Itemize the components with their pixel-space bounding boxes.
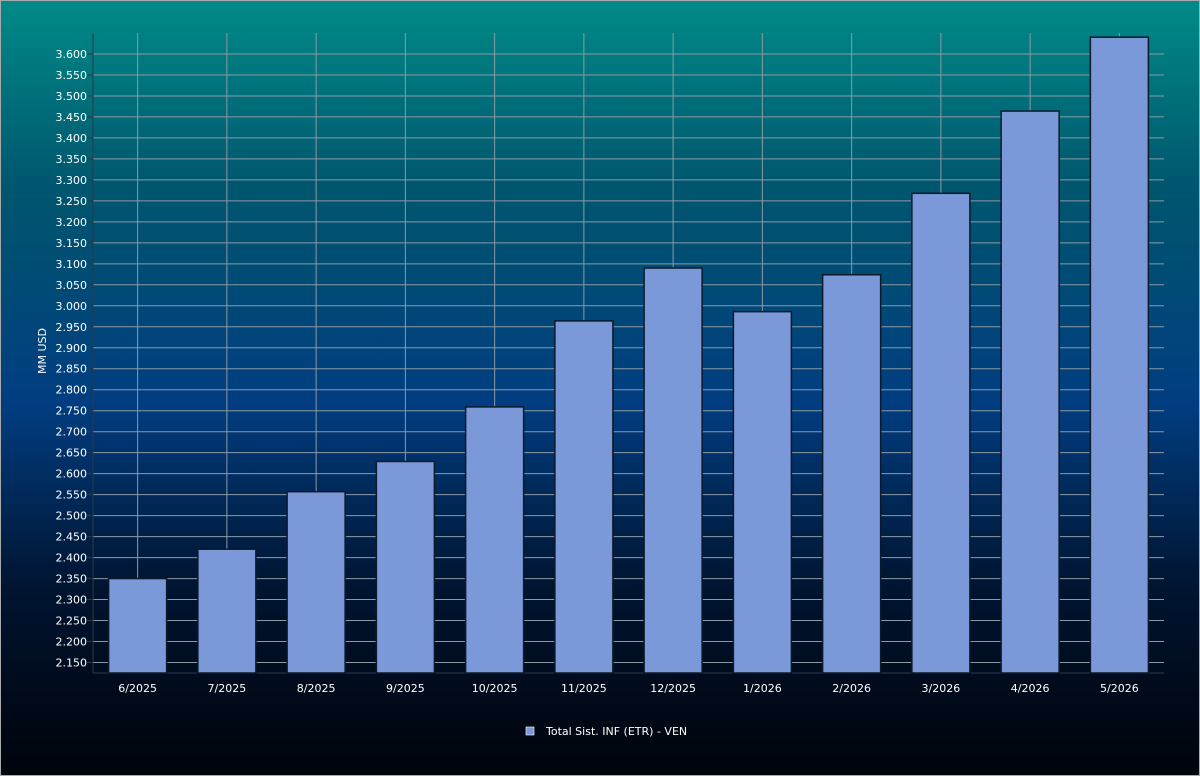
chart-frame: 2.150 2.200 2.250 2.300 2.350 2.400 2.450 2.500… (0, 0, 1200, 776)
bar-series (107, 36, 1150, 674)
x-tick-label: 10/2025 (472, 682, 518, 695)
x-tick-label: 5/2026 (1100, 682, 1139, 695)
y-tick-label: 2.750 (56, 405, 88, 418)
y-tick-label: 2.450 (56, 531, 88, 544)
y-tick-label: 2.950 (56, 321, 88, 334)
y-tick-label: 3.200 (56, 216, 88, 229)
y-tick-label: 3.100 (56, 258, 88, 271)
x-tick-label: 6/2025 (118, 682, 157, 695)
y-tick-label: 2.500 (56, 510, 88, 523)
y-tick-label: 2.650 (56, 447, 88, 460)
legend-swatch (525, 726, 535, 736)
y-tick-label: 2.350 (56, 573, 88, 586)
y-tick-label: 3.150 (56, 237, 88, 250)
bar[interactable] (375, 460, 436, 674)
bar[interactable] (464, 406, 525, 674)
bar[interactable] (286, 490, 346, 674)
x-tick-label: 8/2025 (297, 682, 336, 695)
bar[interactable] (821, 273, 882, 674)
x-tick-labels: 6/2025 7/2025 8/2025 9/2025 10/2025 11/2025 12… (118, 682, 1138, 695)
y-axis-title: MM USD (36, 328, 49, 374)
x-tick-label: 2/2026 (832, 682, 871, 695)
bar-chart: 2.150 2.200 2.250 2.300 2.350 2.400 2.450 2.500… (36, 33, 1164, 738)
x-tick-label: 12/2025 (650, 682, 696, 695)
y-tick-label: 3.500 (56, 90, 88, 103)
x-tick-label: 9/2025 (386, 682, 425, 695)
y-tick-label: 3.400 (56, 132, 88, 145)
y-tick-label: 2.850 (56, 363, 88, 376)
y-tick-label: 2.700 (56, 426, 88, 439)
y-tick-label: 2.150 (56, 657, 88, 670)
y-tick-label: 3.450 (56, 111, 88, 124)
x-tick-label: 7/2025 (208, 682, 247, 695)
bar[interactable] (197, 548, 257, 674)
y-tick-label: 2.800 (56, 384, 88, 397)
x-tick-label: 1/2026 (743, 682, 782, 695)
y-tick-label: 2.600 (56, 468, 88, 481)
y-tick-label: 2.300 (56, 594, 88, 607)
y-tick-label: 3.300 (56, 174, 88, 187)
bar[interactable] (1089, 36, 1150, 674)
x-tick-label: 4/2026 (1011, 682, 1050, 695)
bar[interactable] (1000, 110, 1060, 674)
y-tick-label: 3.050 (56, 279, 88, 292)
y-tick-label: 3.600 (56, 48, 88, 61)
bar[interactable] (911, 192, 971, 674)
y-tick-label: 2.550 (56, 489, 88, 502)
x-tick-label: 3/2026 (922, 682, 961, 695)
bar[interactable] (643, 267, 703, 674)
bar[interactable] (732, 310, 793, 674)
y-tick-label: 3.000 (56, 300, 88, 313)
y-tick-label: 2.250 (56, 615, 88, 628)
x-tick-label: 11/2025 (561, 682, 607, 695)
y-tick-label: 3.250 (56, 195, 88, 208)
y-tick-label: 2.200 (56, 636, 88, 649)
legend-label: Total Sist. INF (ETR) - VEN (545, 725, 687, 738)
y-tick-label: 3.550 (56, 69, 88, 82)
legend[interactable]: Total Sist. INF (ETR) - VEN (525, 725, 687, 738)
y-tick-labels: 2.150 2.200 2.250 2.300 2.350 2.400 2.450 2.500… (56, 48, 88, 670)
bar[interactable] (554, 320, 614, 674)
bar[interactable] (107, 577, 168, 674)
y-tick-label: 2.900 (56, 342, 88, 355)
y-tick-label: 2.400 (56, 552, 88, 565)
y-tick-label: 3.350 (56, 153, 88, 166)
